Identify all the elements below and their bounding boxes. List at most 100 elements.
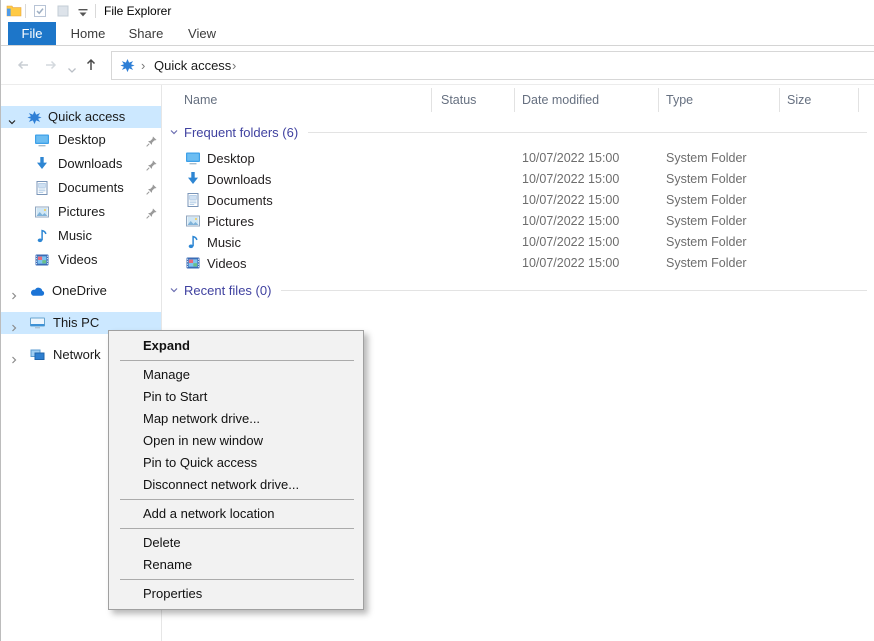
file-date-modified: 10/07/2022 15:00 (522, 211, 619, 232)
file-type: System Folder (666, 232, 747, 253)
sidebar-item-label: Network (53, 344, 101, 366)
menu-item-pin-to-start[interactable]: Pin to Start (109, 386, 363, 408)
file-name: Desktop (207, 148, 255, 169)
videos-icon (185, 255, 201, 277)
menu-separator (120, 360, 354, 361)
breadcrumb-chevron-icon[interactable]: › (141, 58, 145, 73)
menu-separator (120, 499, 354, 500)
column-header-status[interactable]: Status (441, 93, 476, 107)
breadcrumb-chevron-icon[interactable]: › (232, 58, 236, 73)
menu-item-properties[interactable]: Properties (109, 583, 363, 605)
pin-icon (145, 133, 158, 155)
column-separator[interactable] (514, 88, 515, 112)
address-bar[interactable]: › Quick access › (111, 51, 874, 80)
column-header-type[interactable]: Type (666, 93, 693, 107)
column-separator[interactable] (779, 88, 780, 112)
file-row-videos[interactable]: Videos 10/07/2022 15:00 System Folder (162, 253, 874, 274)
file-date-modified: 10/07/2022 15:00 (522, 169, 619, 190)
sidebar-item-label: Documents (58, 177, 124, 199)
chevron-right-icon[interactable] (9, 318, 19, 340)
file-type: System Folder (666, 169, 747, 190)
sidebar-item-onedrive[interactable]: OneDrive (1, 280, 161, 302)
recent-locations-chevron-icon[interactable] (67, 62, 77, 77)
sidebar-item-label: This PC (53, 312, 99, 334)
file-row-music[interactable]: Music 10/07/2022 15:00 System Folder (162, 232, 874, 253)
title-bar: File Explorer (1, 0, 874, 22)
sidebar-item-pictures[interactable]: Pictures (1, 201, 161, 223)
window-title: File Explorer (104, 4, 171, 18)
file-type: System Folder (666, 211, 747, 232)
sidebar-item-documents[interactable]: Documents (1, 177, 161, 199)
pin-icon (145, 157, 158, 179)
group-header-recent-files[interactable]: Recent files (0) (162, 281, 867, 299)
qat-properties-icon[interactable] (32, 3, 48, 22)
music-icon (34, 228, 50, 251)
column-header-size[interactable]: Size (787, 93, 811, 107)
file-type: System Folder (666, 253, 747, 274)
qat-new-folder-icon[interactable] (55, 3, 71, 22)
menu-item-expand[interactable]: Expand (109, 335, 363, 357)
file-row-downloads[interactable]: Downloads 10/07/2022 15:00 System Folder (162, 169, 874, 190)
file-row-documents[interactable]: Documents 10/07/2022 15:00 System Folder (162, 190, 874, 211)
menu-item-pin-to-quick-access[interactable]: Pin to Quick access (109, 452, 363, 474)
sidebar-item-label: Downloads (58, 153, 122, 175)
chevron-right-icon[interactable] (9, 350, 19, 372)
breadcrumb-location[interactable]: Quick access (154, 58, 231, 73)
sidebar-item-videos[interactable]: Videos (1, 249, 161, 271)
group-header-line (308, 132, 867, 133)
menu-separator (120, 579, 354, 580)
file-row-desktop[interactable]: Desktop 10/07/2022 15:00 System Folder (162, 148, 874, 169)
sidebar-item-music[interactable]: Music (1, 225, 161, 247)
menu-separator (120, 528, 354, 529)
titlebar-separator (95, 4, 96, 18)
tab-file[interactable]: File (8, 22, 56, 45)
column-header-row: Name Status Date modified Type Size (162, 85, 874, 115)
navigation-toolbar: › Quick access › (1, 46, 874, 85)
group-header-label: Recent files (0) (184, 283, 271, 298)
tab-home[interactable]: Home (63, 22, 113, 45)
group-header-line (281, 290, 867, 291)
quick-access-breadcrumb-icon (120, 58, 135, 76)
forward-icon[interactable] (43, 57, 59, 76)
tab-share[interactable]: Share (121, 22, 171, 45)
sidebar-item-quick-access[interactable]: Quick access (1, 106, 161, 128)
pin-icon (145, 181, 158, 203)
sidebar-item-downloads[interactable]: Downloads (1, 153, 161, 175)
sidebar-item-label: OneDrive (52, 280, 107, 302)
menu-item-disconnect-network-drive[interactable]: Disconnect network drive... (109, 474, 363, 496)
menu-item-open-in-new-window[interactable]: Open in new window (109, 430, 363, 452)
sidebar-item-label: Desktop (58, 129, 106, 151)
column-header-date-modified[interactable]: Date modified (522, 93, 599, 107)
group-header-label: Frequent folders (6) (184, 125, 298, 140)
file-name: Pictures (207, 211, 254, 232)
sidebar-item-label: Quick access (48, 106, 125, 128)
file-row-pictures[interactable]: Pictures 10/07/2022 15:00 System Folder (162, 211, 874, 232)
menu-item-add-network-location[interactable]: Add a network location (109, 503, 363, 525)
network-icon (29, 347, 46, 370)
back-icon[interactable] (15, 57, 31, 76)
column-header-name[interactable]: Name (184, 93, 217, 107)
group-header-frequent-folders[interactable]: Frequent folders (6) (162, 123, 867, 141)
tab-view[interactable]: View (177, 22, 227, 45)
menu-item-delete[interactable]: Delete (109, 532, 363, 554)
up-icon[interactable] (83, 56, 99, 76)
pictures-icon (34, 204, 50, 227)
column-separator[interactable] (858, 88, 859, 112)
file-date-modified: 10/07/2022 15:00 (522, 253, 619, 274)
sidebar-item-label: Pictures (58, 201, 105, 223)
chevron-right-icon[interactable] (9, 286, 19, 308)
menu-item-rename[interactable]: Rename (109, 554, 363, 576)
chevron-down-icon[interactable] (169, 125, 179, 140)
menu-item-manage[interactable]: Manage (109, 364, 363, 386)
chevron-down-icon[interactable] (169, 283, 179, 298)
onedrive-cloud-icon (29, 284, 46, 306)
column-separator[interactable] (658, 88, 659, 112)
column-separator[interactable] (431, 88, 432, 112)
ribbon-tab-bar: File Home Share View (1, 22, 874, 46)
sidebar-item-label: Music (58, 225, 92, 247)
sidebar-item-desktop[interactable]: Desktop (1, 129, 161, 151)
file-name: Downloads (207, 169, 271, 190)
menu-item-map-network-drive[interactable]: Map network drive... (109, 408, 363, 430)
qat-customize-dropdown-icon[interactable] (77, 6, 89, 21)
file-name: Documents (207, 190, 273, 211)
